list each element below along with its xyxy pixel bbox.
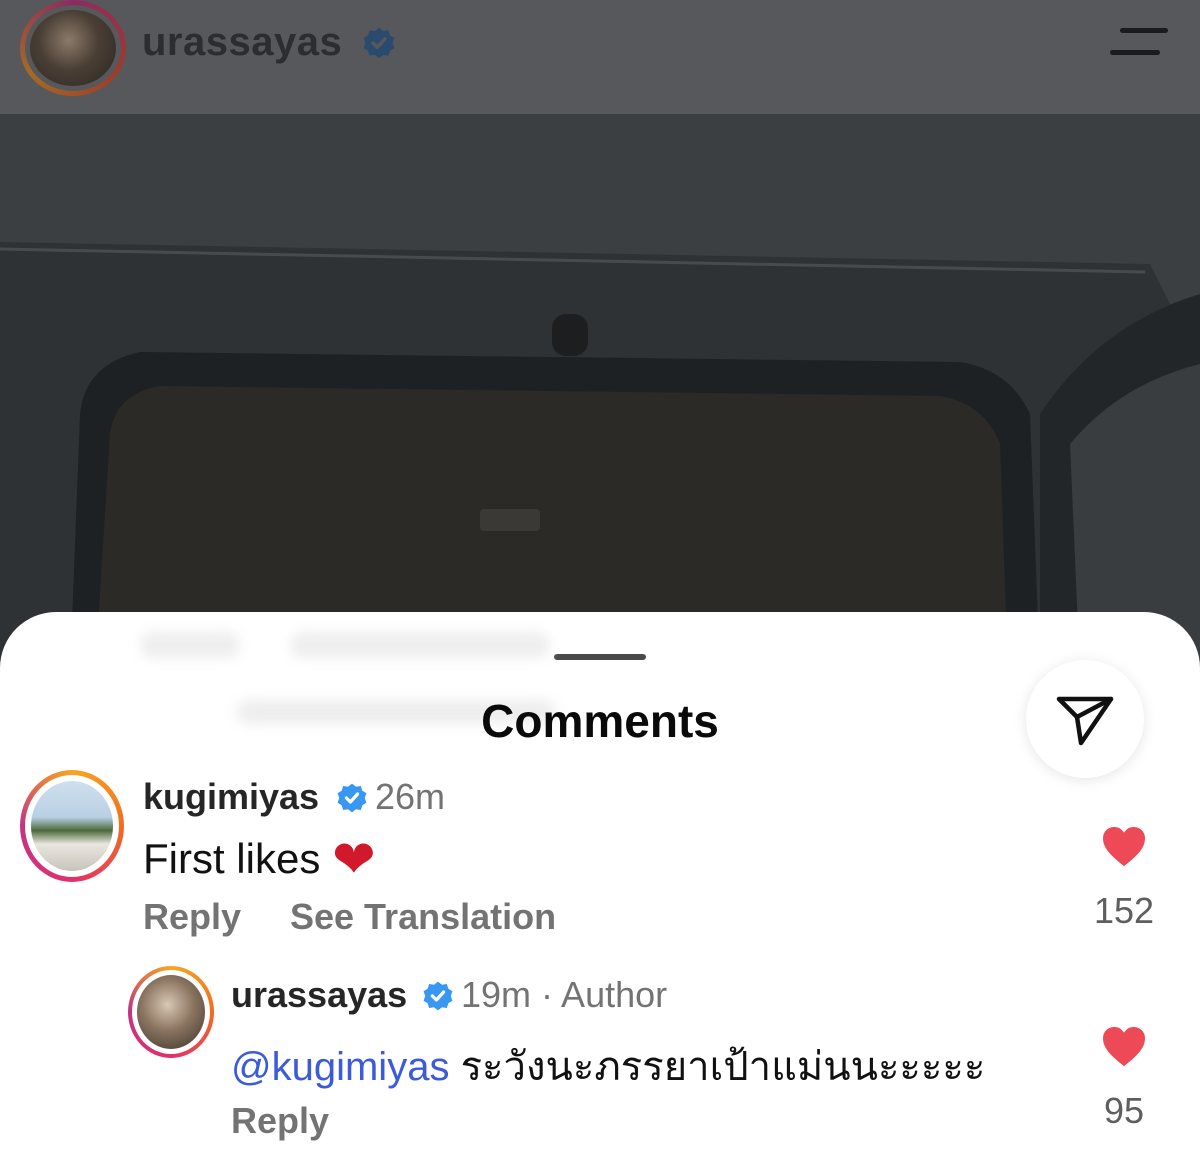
see-translation-button[interactable]: See Translation — [290, 896, 556, 938]
comment-timestamp: 19m · Author — [461, 974, 667, 1016]
like-count: 152 — [1093, 890, 1155, 931]
instagram-post-page: urassayas Comments kugimiyas 26m First l… — [0, 0, 1200, 1161]
post-header: urassayas — [0, 0, 1200, 114]
commenter-avatar[interactable] — [20, 770, 124, 882]
comment-timestamp: 26m — [375, 776, 446, 817]
comment-text: @kugimiyas ระวังนะภรรยาเป้าแม่นนะะะะะ — [231, 1034, 985, 1098]
comments-sheet: Comments kugimiyas 26m First likes ❤ Rep… — [0, 612, 1200, 1161]
heart-filled-icon[interactable] — [1101, 826, 1147, 868]
blurred-caption — [290, 632, 550, 658]
verified-badge-icon — [363, 27, 395, 59]
author-label: · Author — [541, 974, 668, 1015]
heart-emoji: ❤ — [332, 831, 376, 889]
reply-button[interactable]: Reply — [143, 896, 241, 938]
comment-time: 19m — [461, 974, 532, 1015]
commenter-avatar[interactable] — [128, 966, 214, 1058]
blurred-caption — [140, 632, 240, 658]
comment-text-body: First likes — [143, 835, 321, 882]
mention-link[interactable]: @kugimiyas — [231, 1045, 449, 1089]
author-avatar[interactable] — [20, 0, 126, 96]
comment-text: First likes ❤ — [143, 830, 376, 890]
author-username[interactable]: urassayas — [142, 20, 342, 65]
reply-button[interactable]: Reply — [231, 1100, 329, 1142]
share-button[interactable] — [1026, 660, 1144, 778]
sheet-grabber-handle[interactable] — [554, 654, 646, 660]
comment-username[interactable]: urassayas — [231, 974, 407, 1016]
comment-username[interactable]: kugimiyas — [143, 776, 319, 818]
verified-badge-icon — [337, 783, 367, 813]
like-count: 95 — [1103, 1090, 1145, 1131]
heart-filled-icon[interactable] — [1101, 1026, 1147, 1068]
hamburger-menu-icon[interactable] — [1110, 26, 1168, 58]
verified-badge-icon — [423, 981, 453, 1011]
sheet-title: Comments — [481, 695, 719, 747]
comment-text-body: ระวังนะภรรยาเป้าแม่นนะะะะะ — [460, 1045, 986, 1089]
paper-plane-icon — [1056, 696, 1114, 746]
post-photo — [0, 114, 1200, 674]
